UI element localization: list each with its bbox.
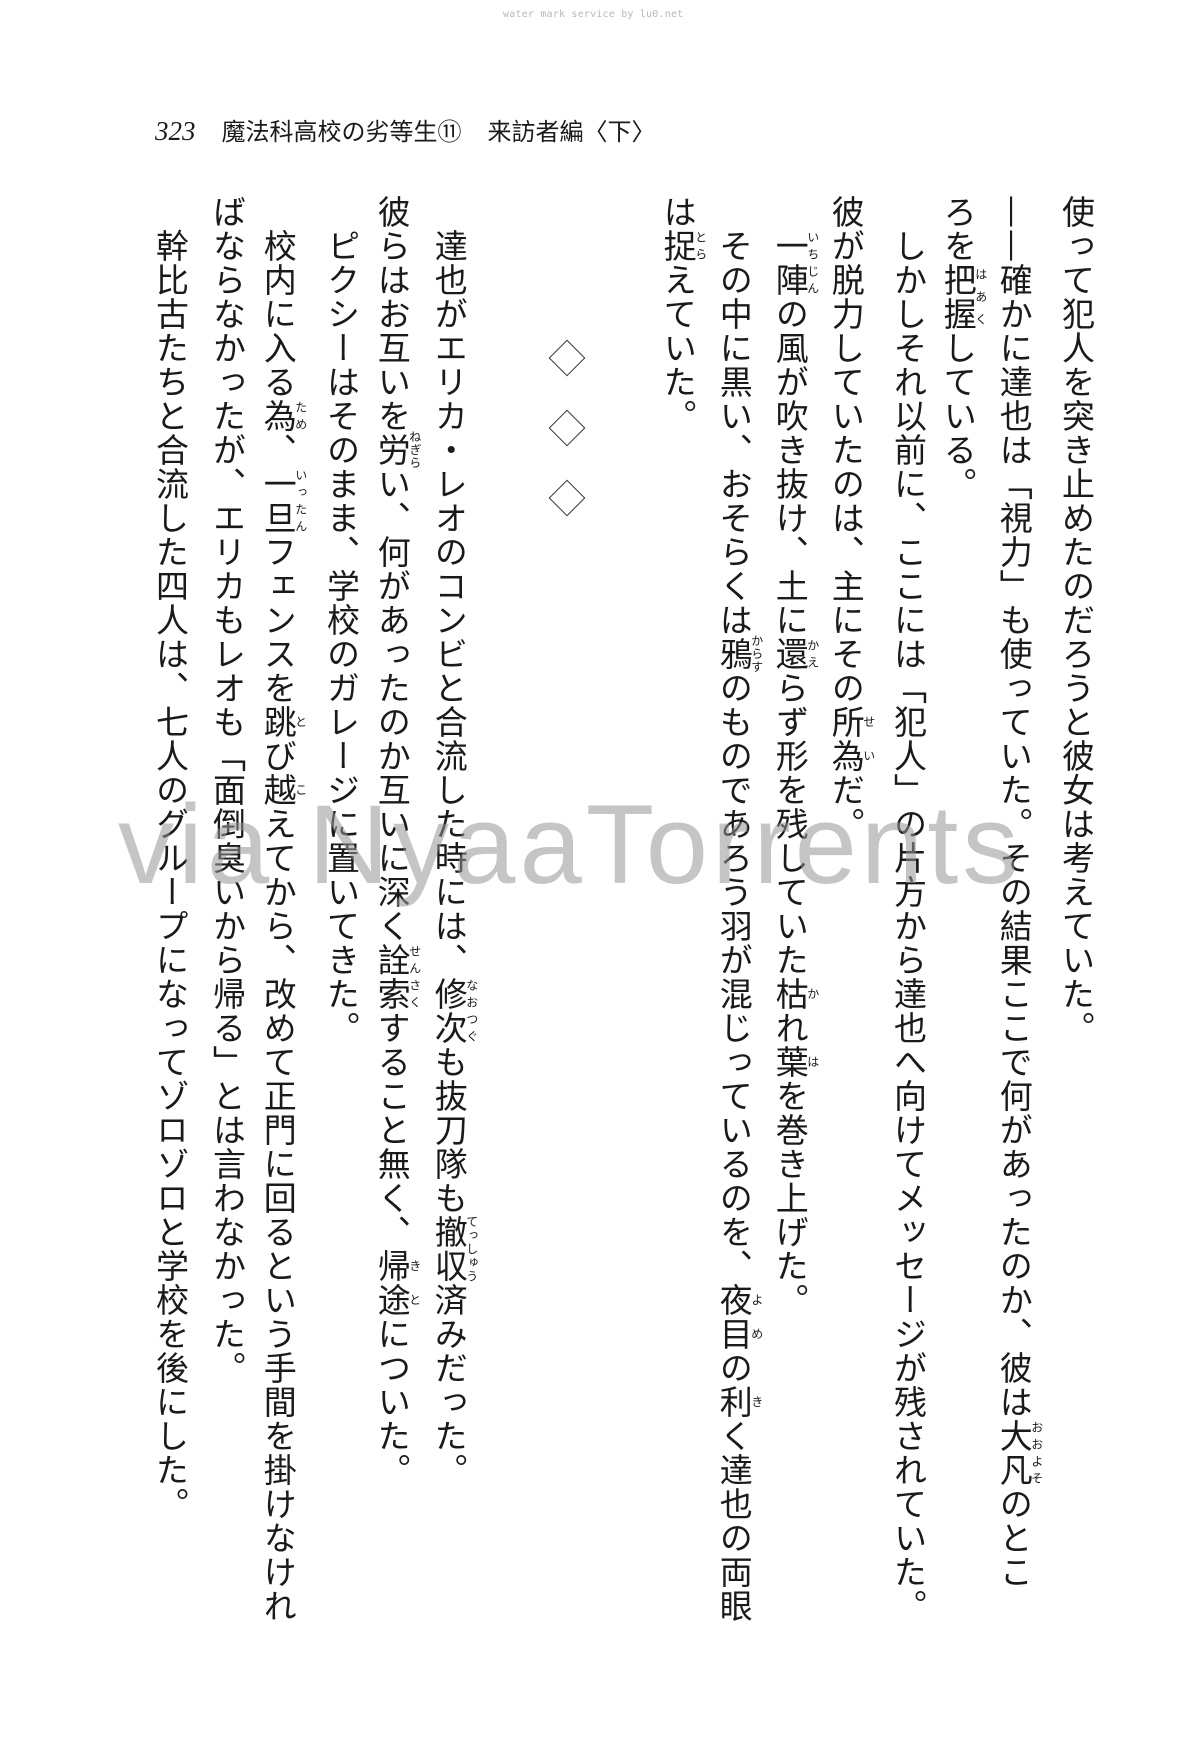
ruby-annotation: 利き [714, 1385, 764, 1419]
ruby-annotation: 撤収てっしゅう [429, 1215, 479, 1283]
text-run: ピクシーはそのまま、学校のガレージに置いてきた。 [321, 195, 361, 1045]
text-run: 使って犯人を突き止めたのだろうと彼女は考えていた。 [1056, 195, 1096, 1045]
text-run: しかしそれ以前に、ここには「犯人」の片方から達也へ向けてメッセージが残されていた… [888, 195, 928, 1623]
ruby-annotation: 還かえ [770, 637, 820, 671]
text-run: 済みだった。 [429, 1283, 469, 1487]
text-column: ——確かに達也は「視力」も使っていた。その結果ここで何があったのか、彼は大凡おお… [994, 195, 1044, 1589]
ruby-annotation: 一陣いちじん [770, 229, 820, 297]
ruby-annotation: 詮索せんさく [372, 943, 422, 1011]
watermark-overlay: via NyaaTorrents [118, 782, 1023, 907]
ruby-annotation: 所為せい [826, 705, 876, 773]
text-column: 一陣いちじんの風が吹き抜け、土に還かえらず形を残していた枯かれ葉はを巻き上げた。 [770, 195, 820, 1317]
text-run: い、何があったのか互いに深く [372, 467, 412, 943]
ruby-annotation: 労ねぎら [372, 430, 422, 470]
ruby-annotation: 葉は [770, 1045, 820, 1079]
scene-break [545, 339, 589, 555]
text-run: のものであろう羽が混じっているのを、 [714, 671, 754, 1283]
text-column: 使って犯人を突き止めたのだろうと彼女は考えていた。 [1056, 195, 1096, 1045]
ruby-annotation: 大凡おおよそ [994, 1419, 1044, 1487]
ruby-annotation: 捉とら [658, 229, 708, 263]
text-run: についた。 [372, 1317, 412, 1487]
text-run: の [714, 1351, 754, 1385]
text-run: く達也の両眼 [714, 1419, 754, 1623]
text-run: 彼が脱力していたのは、主にその [826, 195, 866, 705]
text-column: ろを把握はあくしている。 [938, 195, 988, 501]
text-run: その中に黒い、おそらくは [714, 195, 754, 637]
text-run: らず形を残していた [770, 671, 810, 977]
book-title: 魔法科高校の劣等生⑪ [221, 118, 462, 146]
text-column: しかしそれ以前に、ここには「犯人」の片方から達也へ向けてメッセージが残されていた… [888, 195, 928, 1623]
text-run: 校内に入る [258, 195, 298, 399]
text-run: れ [770, 1011, 810, 1045]
text-run: えていた。 [658, 263, 698, 433]
text-run: ばならなかったが、エリカもレオも「面倒臭いから帰る」とは言わなかった。 [207, 195, 247, 1385]
book-subtitle: 来訪者編〈下〉 [487, 118, 656, 146]
ruby-annotation: 越こ [258, 773, 308, 807]
text-run: 彼らはお互いを [372, 195, 412, 433]
text-column: は捉とらえていた。 [658, 195, 708, 433]
ruby-annotation: 修次なおつぐ [429, 977, 479, 1045]
text-run: 達也がエリカ・レオのコンビと合流した時には、 [429, 195, 469, 977]
text-column: 彼が脱力していたのは、主にその所為せいだ。 [826, 195, 876, 841]
text-column: 彼らはお互いを労ねぎらい、何があったのか互いに深く詮索せんさくすること無く、帰途… [372, 195, 422, 1487]
text-run: も抜刀隊も [429, 1045, 469, 1215]
text-run [770, 195, 809, 229]
text-run: 、 [258, 433, 298, 467]
ruby-annotation: 跳と [258, 705, 308, 739]
text-column: その中に黒い、おそらくは鴉からすのものであろう羽が混じっているのを、夜目よめの利… [714, 195, 764, 1623]
page-number: 323 [155, 116, 196, 146]
text-column: ばならなかったが、エリカもレオも「面倒臭いから帰る」とは言わなかった。 [207, 195, 247, 1385]
running-header: 323 魔法科高校の劣等生⑪ 来訪者編〈下〉 [155, 112, 656, 147]
text-run: は [658, 195, 698, 229]
ruby-annotation: 一旦いったん [258, 467, 308, 535]
diamond-icon [548, 479, 586, 517]
text-run: の風が吹き抜け、土に [770, 297, 810, 637]
text-run: ろを [938, 195, 978, 263]
text-column: ピクシーはそのまま、学校のガレージに置いてきた。 [321, 195, 361, 1045]
ruby-annotation: 夜目よめ [714, 1283, 764, 1351]
text-run: を巻き上げた。 [770, 1079, 810, 1317]
text-run: ——確かに達也は「視力」も使っていた。その結果ここで何があったのか、彼は [994, 195, 1034, 1419]
text-run: 幹比古たちと合流した四人は、七人のグループになってゾロゾロと学校を後にした。 [150, 195, 190, 1521]
diamond-icon [548, 339, 586, 377]
text-column: 校内に入る為ため、一旦いったんフェンスを跳とび越こえてから、改めて正門に回るとい… [258, 195, 308, 1623]
text-run: フェンスを [258, 535, 298, 705]
text-run: すること無く、 [372, 1011, 412, 1249]
text-run: のとこ [994, 1487, 1034, 1589]
text-column: 幹比古たちと合流した四人は、七人のグループになってゾロゾロと学校を後にした。 [150, 195, 190, 1521]
text-run: び [258, 739, 298, 773]
ruby-annotation: 把握はあく [938, 263, 988, 331]
text-column: 達也がエリカ・レオのコンビと合流した時には、修次なおつぐも抜刀隊も撤収てっしゅう… [429, 195, 479, 1487]
watermark-service-text: water mark service by lu0.net [503, 9, 684, 20]
ruby-annotation: 帰途きと [372, 1249, 422, 1317]
text-run: えてから、改めて正門に回るという手間を掛けなけれ [258, 807, 298, 1623]
text-run: している。 [938, 331, 978, 501]
ruby-annotation: 為ため [258, 399, 308, 433]
diamond-icon [548, 409, 586, 447]
ruby-annotation: 枯か [770, 977, 820, 1011]
ruby-annotation: 鴉からす [714, 634, 764, 674]
text-run: だ。 [826, 773, 866, 841]
